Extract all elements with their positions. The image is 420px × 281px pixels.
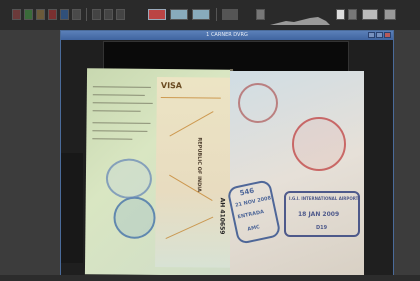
zoom-icon[interactable] xyxy=(92,9,101,20)
maximize-icon[interactable] xyxy=(376,32,383,38)
redo-icon[interactable] xyxy=(24,9,33,20)
more-icon[interactable] xyxy=(384,9,396,20)
right-panel xyxy=(394,30,420,281)
print-icon[interactable] xyxy=(72,9,81,20)
text-line xyxy=(92,138,133,140)
round-stamp-red-large xyxy=(292,117,346,171)
round-stamp-red xyxy=(238,83,278,123)
histogram-display xyxy=(270,10,330,25)
undo-icon[interactable] xyxy=(12,9,21,20)
stamp-airport: I.G.I. INTERNATIONAL AIRPORT xyxy=(289,196,359,201)
visa-stroke xyxy=(165,216,214,240)
visa-stroke xyxy=(160,97,221,99)
text-line xyxy=(92,122,151,124)
text-line xyxy=(92,102,153,104)
layout-single-icon[interactable] xyxy=(148,9,166,20)
save-icon[interactable] xyxy=(60,9,69,20)
stamp-airport-date: 18 JAN 2009 xyxy=(298,211,340,218)
stamp-code-2: D19 xyxy=(316,225,328,231)
stamp-entrada: ENTRADA xyxy=(237,208,265,221)
settings-icon[interactable] xyxy=(222,9,238,20)
visa-country: REPUBLIC OF INDIA xyxy=(195,137,203,193)
passport-right-page: 546 21 NOV 2008 ENTRADA AMC I.G.I. INTER… xyxy=(226,71,364,277)
document-titlebar[interactable]: 1 CARNER DVRG xyxy=(61,31,393,40)
color-icon[interactable] xyxy=(362,9,378,20)
document-title: 1 CARNER DVRG xyxy=(206,32,248,38)
pan-icon[interactable] xyxy=(104,9,113,20)
layout-grid-icon[interactable] xyxy=(192,9,210,20)
text-line xyxy=(92,110,141,112)
close-icon[interactable] xyxy=(384,32,391,38)
round-stamp-blue xyxy=(113,196,156,239)
contrast-icon[interactable] xyxy=(348,9,357,20)
text-line xyxy=(92,86,151,88)
visa-stroke xyxy=(169,111,214,137)
toolbar-separator xyxy=(86,8,87,21)
histogram-icon[interactable] xyxy=(256,9,265,20)
scanner-base xyxy=(61,153,83,263)
minimize-icon[interactable] xyxy=(368,32,375,38)
crop-icon[interactable] xyxy=(36,9,45,20)
visa-number: AH 410659 xyxy=(218,197,226,235)
stamp-number: 546 xyxy=(239,186,255,198)
passport-left-page: VISA REPUBLIC OF INDIA AH 410659 xyxy=(84,68,237,276)
status-bar xyxy=(0,275,420,281)
toolbar xyxy=(0,0,420,30)
visa-sticker: VISA REPUBLIC OF INDIA AH 410659 xyxy=(155,76,237,268)
left-panel xyxy=(0,30,60,281)
airport-stamp: I.G.I. INTERNATIONAL AIRPORT 18 JAN 2009… xyxy=(284,191,360,237)
document-window: 1 CARNER DVRG VISA REPUBLIC OF INDIA AH … xyxy=(60,30,394,281)
layout-double-icon[interactable] xyxy=(170,9,188,20)
rotate-icon[interactable] xyxy=(48,9,57,20)
visa-label: VISA xyxy=(160,81,183,91)
text-line xyxy=(92,94,145,96)
histogram-graph xyxy=(270,17,330,25)
visa-stroke xyxy=(169,174,213,201)
toolbar-separator xyxy=(216,8,217,21)
brightness-icon[interactable] xyxy=(336,9,345,20)
scanned-passport-image: VISA REPUBLIC OF INDIA AH 410659 546 21 … xyxy=(84,68,364,277)
watermark-emblem xyxy=(105,158,153,199)
select-icon[interactable] xyxy=(116,9,125,20)
stamp-code: AMC xyxy=(246,224,261,233)
entry-stamp: 546 21 NOV 2008 ENTRADA AMC xyxy=(226,179,282,245)
text-line xyxy=(92,130,148,132)
